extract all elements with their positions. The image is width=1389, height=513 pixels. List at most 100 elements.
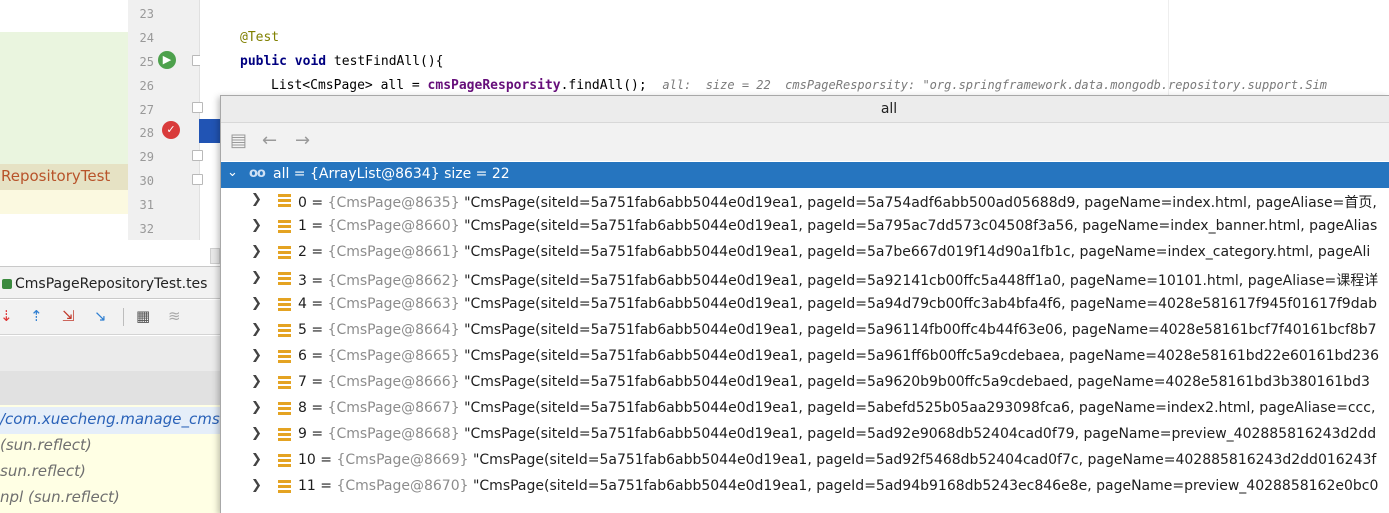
tree-row[interactable]: ❯ 0 = {CmsPage@8635} "CmsPage(siteId=5a7… (221, 188, 1389, 214)
popup-title: all (880, 101, 898, 117)
frame-item[interactable]: npl (sun.reflect) (0, 488, 120, 506)
item-ref: {CmsPage@8660} (327, 218, 460, 234)
editor-scrollbar[interactable] (210, 248, 220, 264)
line-number: 25 (139, 55, 154, 69)
item-value: "CmsPage(siteId=5a751fab6abb5044e0d19ea1… (464, 374, 1370, 390)
list-item-icon (278, 402, 291, 415)
step-out-icon[interactable]: ⇡ (30, 307, 43, 325)
list-item-icon (278, 350, 291, 363)
keyword-void: void (294, 54, 327, 69)
tree-row[interactable]: ❯ 3 = {CmsPage@8662} "CmsPage(siteId=5a7… (221, 266, 1389, 292)
item-ref: {CmsPage@8668} (327, 426, 460, 442)
forward-arrow-icon[interactable]: → (295, 131, 310, 151)
chevron-right-icon[interactable]: ❯ (251, 348, 262, 363)
statement-declaration: List<CmsPage> all = (271, 78, 428, 93)
chevron-right-icon[interactable]: ❯ (251, 452, 262, 467)
chevron-right-icon[interactable]: ❯ (251, 426, 262, 441)
frame-item[interactable]: sun.reflect) (0, 462, 86, 480)
line-number: 23 (139, 7, 154, 21)
item-ref: {CmsPage@8661} (327, 244, 460, 260)
code-method-declaration: public void testFindAll(){ (240, 54, 444, 69)
tree-row[interactable]: ❯ 8 = {CmsPage@8667} "CmsPage(siteId=5a7… (221, 396, 1389, 422)
chevron-right-icon[interactable]: ❯ (251, 478, 262, 493)
chevron-right-icon[interactable]: ❯ (251, 296, 262, 311)
fold-icon[interactable] (192, 174, 203, 185)
tree-row[interactable]: ❯ 2 = {CmsPage@8661} "CmsPage(siteId=5a7… (221, 240, 1389, 266)
execution-line-marker (199, 119, 220, 143)
tree-row[interactable]: ❯ 9 = {CmsPage@8668} "CmsPage(siteId=5a7… (221, 422, 1389, 448)
line-number: 27 (139, 103, 154, 117)
project-tree-row (0, 190, 128, 214)
run-test-gutter-icon[interactable]: ▶ (158, 51, 176, 69)
item-ref: {CmsPage@8664} (327, 322, 460, 338)
chevron-right-icon[interactable]: ❯ (251, 322, 262, 337)
list-item-icon (278, 480, 291, 493)
chevron-right-icon[interactable]: ❯ (251, 270, 262, 285)
line-number: 28 (139, 126, 154, 140)
project-item-label[interactable]: RepositoryTest (1, 167, 110, 185)
chevron-right-icon[interactable]: ❯ (251, 218, 262, 233)
item-ref: {CmsPage@8662} (327, 273, 460, 289)
chevron-down-icon[interactable]: ⌄ (227, 165, 238, 180)
item-index: 4 (298, 296, 307, 312)
item-index: 0 (298, 195, 307, 211)
root-label: all = {ArrayList@8634} size = 22 (273, 166, 510, 182)
item-ref: {CmsPage@8663} (327, 296, 460, 312)
frame-item[interactable]: (sun.reflect) (0, 436, 92, 454)
trace-icon[interactable]: ≋ (168, 307, 181, 325)
test-run-icon (2, 279, 12, 289)
run-to-cursor-icon[interactable]: ↘ (94, 307, 107, 325)
line-number: 31 (139, 198, 154, 212)
item-value: "CmsPage(siteId=5a751fab6abb5044e0d19ea1… (464, 426, 1377, 442)
item-ref: {CmsPage@8669} (336, 452, 469, 468)
list-item-icon (278, 298, 291, 311)
item-value: "CmsPage(siteId=5a751fab6abb5044e0d19ea1… (464, 273, 1379, 289)
chevron-right-icon[interactable]: ❯ (251, 374, 262, 389)
tree-row[interactable]: ❯ 1 = {CmsPage@8660} "CmsPage(siteId=5a7… (221, 214, 1389, 240)
tree-row-text: 4 = {CmsPage@8663} "CmsPage(siteId=5a751… (298, 296, 1378, 312)
root-eq: = (289, 166, 310, 182)
item-index: 7 (298, 374, 307, 390)
list-item-icon (278, 454, 291, 467)
tree-root-row[interactable]: ⌄ oo all = {ArrayList@8634} size = 22 (221, 162, 1389, 188)
item-value: "CmsPage(siteId=5a751fab6abb5044e0d19ea1… (464, 400, 1376, 416)
item-index: 5 (298, 322, 307, 338)
tree-row-text: 9 = {CmsPage@8668} "CmsPage(siteId=5a751… (298, 426, 1377, 442)
tree-row[interactable]: ❯ 11 = {CmsPage@8670} "CmsPage(siteId=5a… (221, 474, 1389, 500)
chevron-right-icon[interactable]: ❯ (251, 192, 262, 207)
fold-icon[interactable] (192, 150, 203, 161)
watch-glasses-icon: oo (249, 166, 266, 181)
list-item-icon (278, 428, 291, 441)
root-name: all (273, 166, 290, 182)
list-item-icon (278, 194, 291, 207)
item-index: 9 (298, 426, 307, 442)
ide-window: { "editor": { "line_numbers": ["23", "24… (0, 0, 1389, 513)
list-item-icon (278, 272, 291, 285)
item-index: 8 (298, 400, 307, 416)
tree-row[interactable]: ❯ 4 = {CmsPage@8663} "CmsPage(siteId=5a7… (221, 292, 1389, 318)
item-value: "CmsPage(siteId=5a751fab6abb5044e0d19ea1… (464, 218, 1378, 234)
item-index: 3 (298, 273, 307, 289)
item-ref: {CmsPage@8670} (336, 478, 469, 494)
drop-frame-icon[interactable]: ⇲ (62, 307, 75, 325)
evaluate-expression-icon[interactable]: ▦ (136, 307, 150, 325)
back-arrow-icon[interactable]: ← (262, 131, 277, 151)
tree-row-text: 11 = {CmsPage@8670} "CmsPage(siteId=5a75… (298, 478, 1379, 494)
folder-icon[interactable]: ▤ (230, 131, 247, 151)
frame-item[interactable]: /com.xuecheng.manage_cms.d (0, 410, 234, 428)
item-value: "CmsPage(siteId=5a751fab6abb5044e0d19ea1… (464, 348, 1379, 364)
tree-row[interactable]: ❯ 5 = {CmsPage@8664} "CmsPage(siteId=5a7… (221, 318, 1389, 344)
chevron-right-icon[interactable]: ❯ (251, 400, 262, 415)
line-number: 32 (139, 222, 154, 236)
step-down-red-icon[interactable]: ⇣ (0, 307, 13, 325)
breakpoint-icon[interactable]: ✓ (162, 121, 180, 139)
project-tree-highlight (0, 32, 128, 164)
tree-row[interactable]: ❯ 6 = {CmsPage@8665} "CmsPage(siteId=5a7… (221, 344, 1389, 370)
run-tab-label[interactable]: CmsPageRepositoryTest.tes (15, 276, 207, 292)
fold-icon[interactable] (192, 102, 203, 113)
item-ref: {CmsPage@8665} (327, 348, 460, 364)
tree-row[interactable]: ❯ 7 = {CmsPage@8666} "CmsPage(siteId=5a7… (221, 370, 1389, 396)
list-item-icon (278, 220, 291, 233)
chevron-right-icon[interactable]: ❯ (251, 244, 262, 259)
tree-row[interactable]: ❯ 10 = {CmsPage@8669} "CmsPage(siteId=5a… (221, 448, 1389, 474)
